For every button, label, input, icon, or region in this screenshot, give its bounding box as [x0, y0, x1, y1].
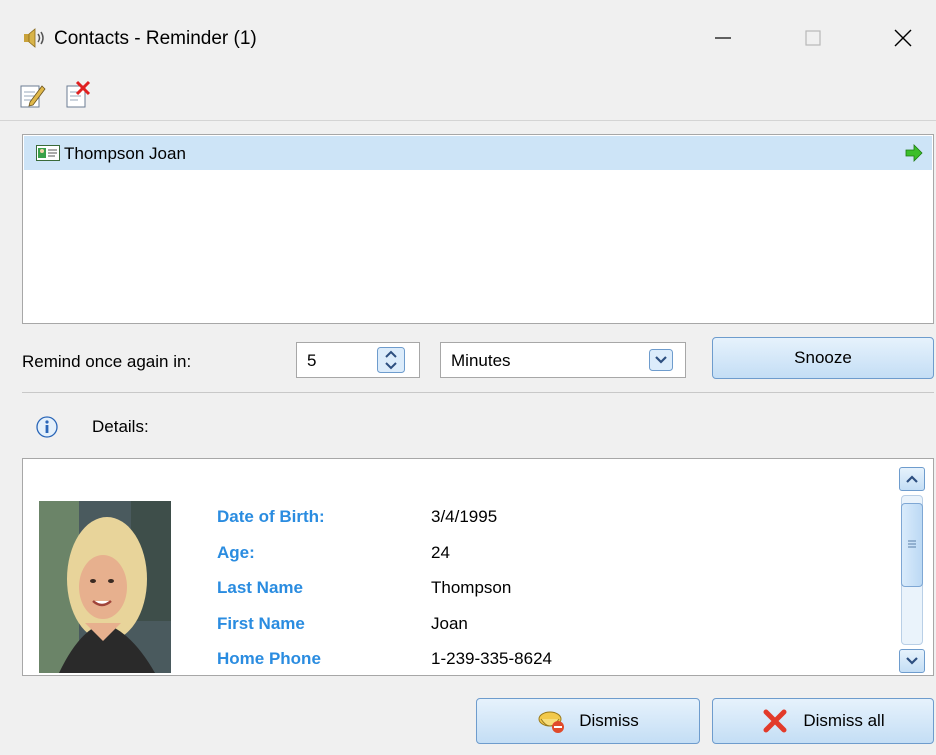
field-value-home-phone: 1-239-335-8624 [431, 649, 552, 668]
field-value-age: 24 [431, 543, 450, 562]
chevron-down-icon[interactable] [649, 349, 673, 371]
snooze-unit-select[interactable]: Minutes [440, 342, 686, 378]
field-label-first-name: First Name [217, 614, 305, 633]
close-icon [894, 29, 912, 47]
snooze-unit-value: Minutes [451, 351, 511, 370]
contact-photo [39, 501, 171, 673]
speaker-icon [24, 28, 44, 48]
dismiss-icon [538, 711, 565, 733]
snooze-button-label: Snooze [794, 348, 852, 367]
snooze-interval-input[interactable]: 5 [296, 342, 420, 378]
delete-contact-icon[interactable] [64, 80, 92, 110]
scroll-thumb[interactable] [901, 503, 923, 587]
toolbar [0, 72, 936, 121]
maximize-button[interactable] [790, 18, 836, 58]
spin-updown-icon[interactable] [377, 347, 405, 373]
list-item[interactable]: Thompson Joan [24, 136, 932, 170]
chevron-up-icon [906, 475, 918, 483]
minimize-button[interactable] [700, 18, 746, 58]
minimize-icon [715, 37, 731, 39]
edit-contact-icon[interactable] [18, 80, 46, 110]
field-label-home-phone: Home Phone [217, 649, 321, 668]
list-item-label: Thompson Joan [64, 144, 186, 163]
close-button[interactable] [880, 18, 926, 58]
details-scrollbar[interactable] [897, 467, 927, 673]
remind-label: Remind once again in: [22, 352, 192, 371]
title-bar: Contacts - Reminder (1) [0, 0, 936, 70]
red-x-icon [763, 709, 787, 733]
maximize-icon [805, 30, 821, 46]
field-label-age: Age: [217, 543, 255, 562]
field-value-last-name: Thompson [431, 578, 512, 597]
dismiss-button[interactable]: Dismiss [476, 698, 700, 744]
chevron-down-icon [906, 657, 918, 665]
dismiss-button-label: Dismiss [579, 711, 639, 730]
window-title: Contacts - Reminder (1) [54, 28, 257, 49]
green-arrow-icon[interactable] [904, 143, 924, 163]
scroll-up-button[interactable] [899, 467, 925, 491]
details-panel: Date of Birth: 3/4/1995 Age: 24 Last Nam… [22, 458, 934, 676]
field-label-date-of-birth: Date of Birth: [217, 507, 325, 526]
dismiss-all-button[interactable]: Dismiss all [712, 698, 934, 744]
field-value-date-of-birth: 3/4/1995 [431, 507, 498, 526]
divider [22, 392, 934, 393]
grip-icon [908, 540, 916, 548]
contact-card-icon [36, 145, 60, 161]
field-value-first-name: Joan [431, 614, 468, 633]
field-label-last-name: Last Name [217, 578, 303, 597]
info-icon [36, 416, 58, 438]
details-label: Details: [92, 417, 149, 436]
reminder-list[interactable]: Thompson Joan [22, 134, 934, 324]
snooze-button[interactable]: Snooze [712, 337, 934, 379]
dismiss-all-button-label: Dismiss all [803, 711, 885, 730]
scroll-down-button[interactable] [899, 649, 925, 673]
snooze-interval-value: 5 [307, 351, 317, 370]
